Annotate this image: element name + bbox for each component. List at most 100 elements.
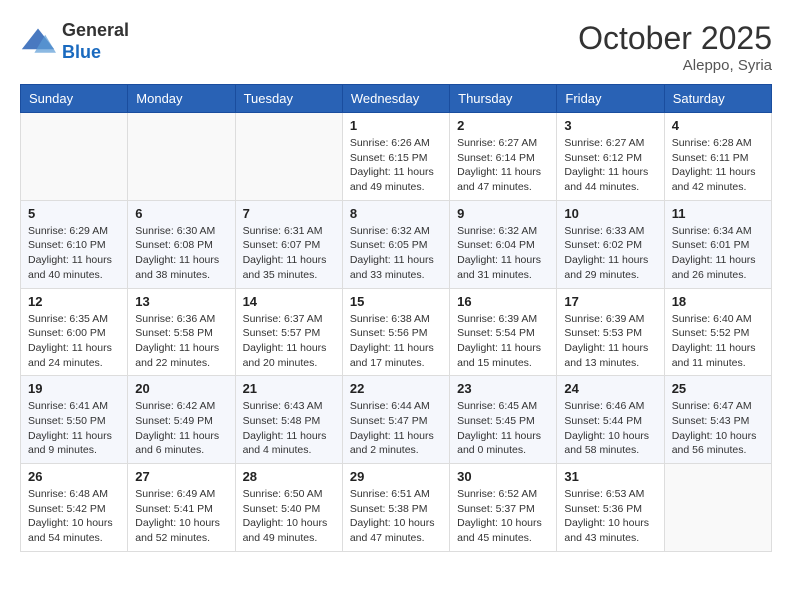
day-number: 22 bbox=[350, 381, 442, 396]
day-number: 5 bbox=[28, 206, 120, 221]
day-cell: 10 Sunrise: 6:33 AM Sunset: 6:02 PM Dayli… bbox=[557, 200, 664, 288]
day-cell: 3Sunrise: 6:27 AM Sunset: 6:12 PM Daylig… bbox=[557, 113, 664, 201]
day-number: 19 bbox=[28, 381, 120, 396]
day-info: Sunrise: 6:27 AM Sunset: 6:14 PM Dayligh… bbox=[457, 136, 549, 195]
day-info: Sunrise: 6:32 AM Sunset: 6:04 PM Dayligh… bbox=[457, 224, 549, 283]
weekday-header-monday: Monday bbox=[128, 85, 235, 113]
day-cell: 26Sunrise: 6:48 AM Sunset: 5:42 PM Dayli… bbox=[21, 464, 128, 552]
day-cell: 29 Sunrise: 6:51 AM Sunset: 5:38 PM Dayli… bbox=[342, 464, 449, 552]
day-info: Sunrise: 6:35 AM Sunset: 6:00 PM Dayligh… bbox=[28, 312, 120, 371]
day-info: Sunrise: 6:40 AM Sunset: 5:52 PM Dayligh… bbox=[672, 312, 764, 371]
day-info: Sunrise: 6:26 AM Sunset: 6:15 PM Dayligh… bbox=[350, 136, 442, 195]
day-number: 18 bbox=[672, 294, 764, 309]
day-number: 31 bbox=[564, 469, 656, 484]
day-number: 7 bbox=[243, 206, 335, 221]
day-number: 23 bbox=[457, 381, 549, 396]
day-info: Sunrise: 6:33 AM Sunset: 6:02 PM Dayligh… bbox=[564, 224, 656, 283]
day-cell: 9 Sunrise: 6:32 AM Sunset: 6:04 PM Daylig… bbox=[450, 200, 557, 288]
day-info: Sunrise: 6:52 AM Sunset: 5:37 PM Dayligh… bbox=[457, 487, 549, 546]
day-number: 16 bbox=[457, 294, 549, 309]
day-cell: 23Sunrise: 6:45 AM Sunset: 5:45 PM Dayli… bbox=[450, 376, 557, 464]
day-info: Sunrise: 6:53 AM Sunset: 5:36 PM Dayligh… bbox=[564, 487, 656, 546]
page-header: General Blue October 2025 Aleppo, Syria bbox=[20, 20, 772, 74]
day-number: 10 bbox=[564, 206, 656, 221]
day-cell: 21 Sunrise: 6:43 AM Sunset: 5:48 PM Dayli… bbox=[235, 376, 342, 464]
day-number: 8 bbox=[350, 206, 442, 221]
day-info: Sunrise: 6:47 AM Sunset: 5:43 PM Dayligh… bbox=[672, 399, 764, 458]
day-info: Sunrise: 6:44 AM Sunset: 5:47 PM Dayligh… bbox=[350, 399, 442, 458]
location: Aleppo, Syria bbox=[578, 57, 772, 74]
day-cell: 22 Sunrise: 6:44 AM Sunset: 5:47 PM Dayli… bbox=[342, 376, 449, 464]
day-info: Sunrise: 6:29 AM Sunset: 6:10 PM Dayligh… bbox=[28, 224, 120, 283]
day-cell: 16 Sunrise: 6:39 AM Sunset: 5:54 PM Dayli… bbox=[450, 288, 557, 376]
day-info: Sunrise: 6:28 AM Sunset: 6:11 PM Dayligh… bbox=[672, 136, 764, 195]
day-info: Sunrise: 6:38 AM Sunset: 5:56 PM Dayligh… bbox=[350, 312, 442, 371]
day-info: Sunrise: 6:34 AM Sunset: 6:01 PM Dayligh… bbox=[672, 224, 764, 283]
day-cell: 25 Sunrise: 6:47 AM Sunset: 5:43 PM Dayli… bbox=[664, 376, 771, 464]
logo: General Blue bbox=[20, 20, 129, 63]
day-cell: 14Sunrise: 6:37 AM Sunset: 5:57 PM Dayli… bbox=[235, 288, 342, 376]
logo-text: General Blue bbox=[62, 20, 129, 63]
day-number: 24 bbox=[564, 381, 656, 396]
day-info: Sunrise: 6:49 AM Sunset: 5:41 PM Dayligh… bbox=[135, 487, 227, 546]
day-info: Sunrise: 6:43 AM Sunset: 5:48 PM Dayligh… bbox=[243, 399, 335, 458]
day-number: 29 bbox=[350, 469, 442, 484]
day-info: Sunrise: 6:31 AM Sunset: 6:07 PM Dayligh… bbox=[243, 224, 335, 283]
day-cell: 7 Sunrise: 6:31 AM Sunset: 6:07 PM Daylig… bbox=[235, 200, 342, 288]
day-info: Sunrise: 6:51 AM Sunset: 5:38 PM Dayligh… bbox=[350, 487, 442, 546]
day-number: 30 bbox=[457, 469, 549, 484]
day-info: Sunrise: 6:32 AM Sunset: 6:05 PM Dayligh… bbox=[350, 224, 442, 283]
month-title: October 2025 bbox=[578, 20, 772, 57]
day-info: Sunrise: 6:30 AM Sunset: 6:08 PM Dayligh… bbox=[135, 224, 227, 283]
day-number: 17 bbox=[564, 294, 656, 309]
week-row-4: 19 Sunrise: 6:41 AM Sunset: 5:50 PM Dayli… bbox=[21, 376, 772, 464]
day-cell: 8 Sunrise: 6:32 AM Sunset: 6:05 PM Daylig… bbox=[342, 200, 449, 288]
day-cell: 31 Sunrise: 6:53 AM Sunset: 5:36 PM Dayli… bbox=[557, 464, 664, 552]
day-info: Sunrise: 6:50 AM Sunset: 5:40 PM Dayligh… bbox=[243, 487, 335, 546]
weekday-header-row: SundayMondayTuesdayWednesdayThursdayFrid… bbox=[21, 85, 772, 113]
day-number: 27 bbox=[135, 469, 227, 484]
day-cell bbox=[128, 113, 235, 201]
day-cell: 28 Sunrise: 6:50 AM Sunset: 5:40 PM Dayli… bbox=[235, 464, 342, 552]
day-cell bbox=[235, 113, 342, 201]
day-cell: 30 Sunrise: 6:52 AM Sunset: 5:37 PM Dayli… bbox=[450, 464, 557, 552]
week-row-3: 12 Sunrise: 6:35 AM Sunset: 6:00 PM Dayli… bbox=[21, 288, 772, 376]
day-number: 11 bbox=[672, 206, 764, 221]
day-cell: 24 Sunrise: 6:46 AM Sunset: 5:44 PM Dayli… bbox=[557, 376, 664, 464]
day-number: 13 bbox=[135, 294, 227, 309]
day-number: 3 bbox=[564, 118, 656, 133]
day-info: Sunrise: 6:36 AM Sunset: 5:58 PM Dayligh… bbox=[135, 312, 227, 371]
logo-icon bbox=[20, 24, 56, 60]
day-number: 21 bbox=[243, 381, 335, 396]
week-row-5: 26Sunrise: 6:48 AM Sunset: 5:42 PM Dayli… bbox=[21, 464, 772, 552]
week-row-2: 5 Sunrise: 6:29 AM Sunset: 6:10 PM Daylig… bbox=[21, 200, 772, 288]
day-info: Sunrise: 6:46 AM Sunset: 5:44 PM Dayligh… bbox=[564, 399, 656, 458]
day-cell: 11 Sunrise: 6:34 AM Sunset: 6:01 PM Dayli… bbox=[664, 200, 771, 288]
weekday-header-wednesday: Wednesday bbox=[342, 85, 449, 113]
day-cell: 18 Sunrise: 6:40 AM Sunset: 5:52 PM Dayli… bbox=[664, 288, 771, 376]
day-cell bbox=[21, 113, 128, 201]
weekday-header-saturday: Saturday bbox=[664, 85, 771, 113]
weekday-header-friday: Friday bbox=[557, 85, 664, 113]
day-info: Sunrise: 6:39 AM Sunset: 5:54 PM Dayligh… bbox=[457, 312, 549, 371]
day-cell: 4 Sunrise: 6:28 AM Sunset: 6:11 PM Daylig… bbox=[664, 113, 771, 201]
day-number: 28 bbox=[243, 469, 335, 484]
day-cell: 20Sunrise: 6:42 AM Sunset: 5:49 PM Dayli… bbox=[128, 376, 235, 464]
day-info: Sunrise: 6:41 AM Sunset: 5:50 PM Dayligh… bbox=[28, 399, 120, 458]
day-number: 9 bbox=[457, 206, 549, 221]
day-number: 14 bbox=[243, 294, 335, 309]
calendar: SundayMondayTuesdayWednesdayThursdayFrid… bbox=[20, 84, 772, 552]
day-number: 12 bbox=[28, 294, 120, 309]
day-cell: 17Sunrise: 6:39 AM Sunset: 5:53 PM Dayli… bbox=[557, 288, 664, 376]
day-number: 1 bbox=[350, 118, 442, 133]
week-row-1: 1 Sunrise: 6:26 AM Sunset: 6:15 PM Daylig… bbox=[21, 113, 772, 201]
weekday-header-sunday: Sunday bbox=[21, 85, 128, 113]
day-number: 4 bbox=[672, 118, 764, 133]
day-cell: 15Sunrise: 6:38 AM Sunset: 5:56 PM Dayli… bbox=[342, 288, 449, 376]
day-info: Sunrise: 6:42 AM Sunset: 5:49 PM Dayligh… bbox=[135, 399, 227, 458]
day-cell: 27 Sunrise: 6:49 AM Sunset: 5:41 PM Dayli… bbox=[128, 464, 235, 552]
day-cell: 12 Sunrise: 6:35 AM Sunset: 6:00 PM Dayli… bbox=[21, 288, 128, 376]
weekday-header-tuesday: Tuesday bbox=[235, 85, 342, 113]
day-number: 25 bbox=[672, 381, 764, 396]
day-cell: 6Sunrise: 6:30 AM Sunset: 6:08 PM Daylig… bbox=[128, 200, 235, 288]
